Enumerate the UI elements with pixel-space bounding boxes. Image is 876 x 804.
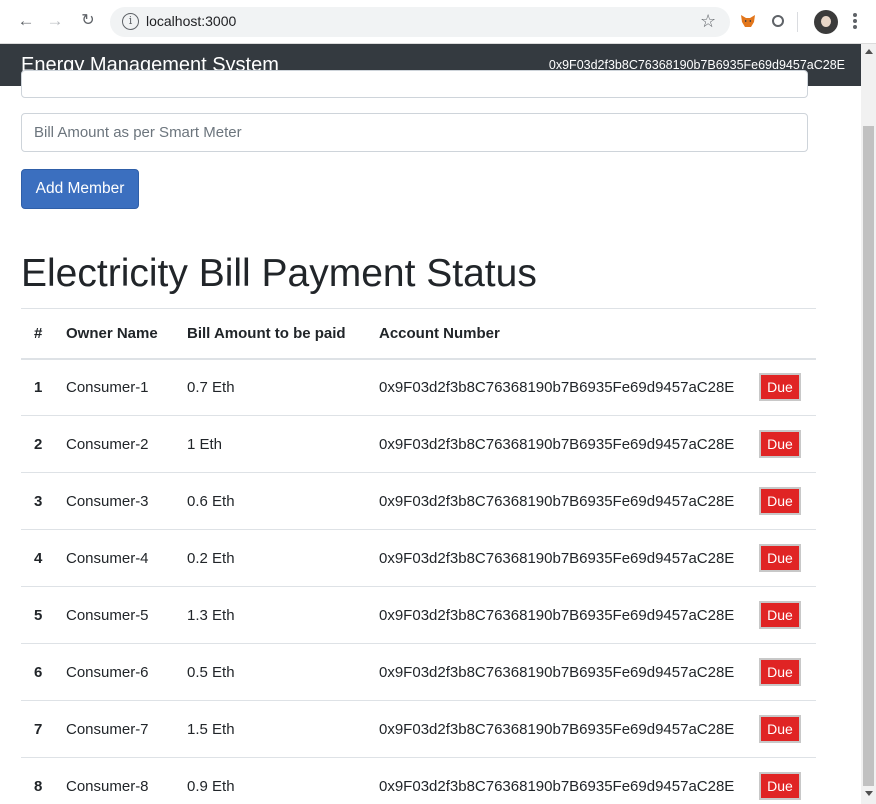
table-row: 6 Consumer-6 0.5 Eth 0x9F03d2f3b8C763681… xyxy=(21,644,816,701)
due-button[interactable]: Due xyxy=(759,601,801,629)
status-cell: Due xyxy=(746,587,816,644)
table-row: 7 Consumer-7 1.5 Eth 0x9F03d2f3b8C763681… xyxy=(21,701,816,758)
owner-name: Consumer-5 xyxy=(66,606,149,624)
scrollbar-thumb[interactable] xyxy=(863,126,874,786)
owner-name: Consumer-6 xyxy=(66,663,149,681)
header-owner-name: Owner Name xyxy=(66,324,158,342)
scroll-down-arrow-icon[interactable] xyxy=(865,791,873,796)
toolbar-separator xyxy=(797,12,798,32)
bill-amount: 1.5 Eth xyxy=(187,720,235,738)
payment-status-table: # Owner Name Bill Amount to be paid Acco… xyxy=(21,308,816,804)
add-member-button[interactable]: Add Member xyxy=(21,169,139,209)
header-account-number: Account Number xyxy=(379,324,500,342)
table-row: 8 Consumer-8 0.9 Eth 0x9F03d2f3b8C763681… xyxy=(21,758,816,804)
due-button[interactable]: Due xyxy=(759,715,801,743)
site-info-icon[interactable]: i xyxy=(122,13,139,30)
bill-amount: 1 Eth xyxy=(187,435,223,453)
table-row: 2 Consumer-2 1 Eth 0x9F03d2f3b8C76368190… xyxy=(21,416,816,473)
status-cell: Due xyxy=(746,359,816,416)
bill-amount: 0.9 Eth xyxy=(187,777,235,795)
table-row: 3 Consumer-3 0.6 Eth 0x9F03d2f3b8C763681… xyxy=(21,473,816,530)
status-cell: Due xyxy=(746,644,816,701)
due-button[interactable]: Due xyxy=(759,487,801,515)
header-bill-amount: Bill Amount to be paid xyxy=(187,324,346,342)
status-cell: Due xyxy=(746,530,816,587)
table-row: 1 Consumer-1 0.7 Eth 0x9F03d2f3b8C763681… xyxy=(21,359,816,416)
due-button[interactable]: Due xyxy=(759,772,801,800)
page-scrollbar[interactable] xyxy=(861,44,876,804)
owner-name: Consumer-2 xyxy=(66,435,149,453)
forward-arrow-icon[interactable]: → xyxy=(45,11,65,31)
table-row: 5 Consumer-5 1.3 Eth 0x9F03d2f3b8C763681… xyxy=(21,587,816,644)
table-row: 4 Consumer-4 0.2 Eth 0x9F03d2f3b8C763681… xyxy=(21,530,816,587)
bill-amount: 0.6 Eth xyxy=(187,492,235,510)
row-number: 6 xyxy=(34,663,43,681)
due-button[interactable]: Due xyxy=(759,373,801,402)
row-number: 1 xyxy=(34,378,43,396)
reload-icon[interactable]: ↻ xyxy=(78,11,98,31)
status-cell: Due xyxy=(746,701,816,758)
row-number: 7 xyxy=(34,720,43,738)
browser-toolbar: ← → ↻ i localhost:3000 ☆ xyxy=(0,0,876,44)
row-number: 5 xyxy=(34,606,43,624)
member-input-partial[interactable] xyxy=(21,70,808,98)
bill-amount: 1.3 Eth xyxy=(187,606,235,624)
owner-name: Consumer-7 xyxy=(66,720,149,738)
account-number: 0x9F03d2f3b8C76368190b7B6935Fe69d9457aC2… xyxy=(379,606,735,624)
page-title: Electricity Bill Payment Status xyxy=(21,252,537,295)
bookmark-star-icon[interactable]: ☆ xyxy=(700,11,716,31)
owner-name: Consumer-8 xyxy=(66,777,149,795)
account-number: 0x9F03d2f3b8C76368190b7B6935Fe69d9457aC2… xyxy=(379,777,735,795)
address-url[interactable]: localhost:3000 xyxy=(146,13,236,29)
due-button[interactable]: Due xyxy=(759,544,801,572)
owner-name: Consumer-4 xyxy=(66,549,149,567)
scroll-up-arrow-icon[interactable] xyxy=(865,49,873,54)
bill-amount-input[interactable] xyxy=(21,113,808,152)
header-status xyxy=(746,309,816,359)
table-header-row: # Owner Name Bill Amount to be paid Acco… xyxy=(21,308,816,359)
account-number: 0x9F03d2f3b8C76368190b7B6935Fe69d9457aC2… xyxy=(379,549,735,567)
metamask-fox-icon[interactable] xyxy=(740,14,756,28)
owner-name: Consumer-1 xyxy=(66,378,149,396)
row-number: 4 xyxy=(34,549,43,567)
extension-icon[interactable] xyxy=(772,15,784,27)
owner-name: Consumer-3 xyxy=(66,492,149,510)
account-number: 0x9F03d2f3b8C76368190b7B6935Fe69d9457aC2… xyxy=(379,663,735,681)
account-number: 0x9F03d2f3b8C76368190b7B6935Fe69d9457aC2… xyxy=(379,435,735,453)
chrome-menu-icon[interactable] xyxy=(850,12,860,32)
due-button[interactable]: Due xyxy=(759,658,801,686)
header-number: # xyxy=(34,324,43,342)
account-number: 0x9F03d2f3b8C76368190b7B6935Fe69d9457aC2… xyxy=(379,378,735,396)
status-cell: Due xyxy=(746,416,816,473)
account-number: 0x9F03d2f3b8C76368190b7B6935Fe69d9457aC2… xyxy=(379,492,735,510)
address-bar[interactable]: i localhost:3000 xyxy=(110,7,730,37)
row-number: 3 xyxy=(34,492,43,510)
profile-avatar[interactable] xyxy=(814,10,838,34)
status-cell: Due xyxy=(746,758,816,804)
account-number: 0x9F03d2f3b8C76368190b7B6935Fe69d9457aC2… xyxy=(379,720,735,738)
row-number: 8 xyxy=(34,777,43,795)
status-cell: Due xyxy=(746,473,816,530)
bill-amount: 0.5 Eth xyxy=(187,663,235,681)
bill-amount: 0.2 Eth xyxy=(187,549,235,567)
back-arrow-icon[interactable]: ← xyxy=(16,11,36,31)
bill-amount: 0.7 Eth xyxy=(187,378,235,396)
due-button[interactable]: Due xyxy=(759,430,801,458)
row-number: 2 xyxy=(34,435,43,453)
